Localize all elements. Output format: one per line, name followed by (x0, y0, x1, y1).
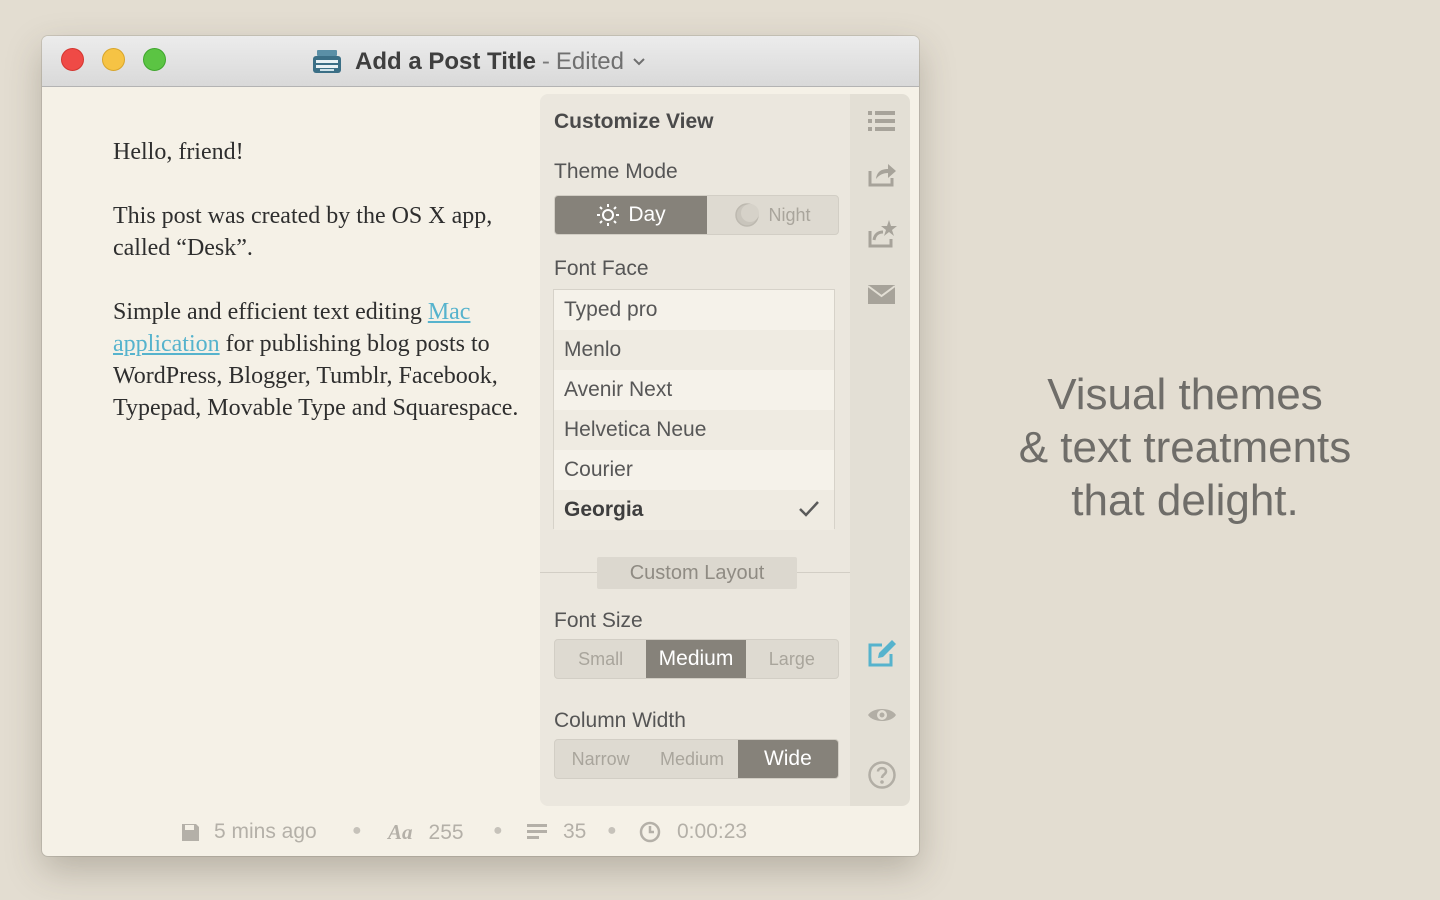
column-width-control: Narrow Medium Wide (554, 739, 839, 779)
list-icon[interactable] (867, 106, 897, 136)
column-width-label: Column Width (554, 709, 686, 732)
saved-status: 5 mins ago (181, 820, 317, 844)
font-icon: Aa (388, 820, 413, 844)
mail-icon[interactable] (867, 279, 897, 309)
sun-icon (597, 204, 620, 226)
tagline-line: Visual themes (1047, 370, 1323, 419)
text-editor[interactable]: Hello, friend! This post was created by … (113, 136, 523, 456)
customize-view-panel: Customize View Theme Mode Day Night Font… (540, 94, 850, 806)
saved-time: 5 mins ago (214, 820, 317, 843)
tagline-line: that delight. (1071, 476, 1299, 525)
moon-icon (735, 203, 760, 227)
editor-paragraph: Simple and efficient text editing Mac ap… (113, 296, 523, 424)
editor-paragraph: This post was created by the OS X app, c… (113, 203, 493, 261)
theme-mode-label: Theme Mode (554, 160, 678, 183)
tool-sidebar (850, 94, 910, 806)
font-name: Typed pro (564, 298, 658, 321)
editor-paragraph: Hello, friend! (113, 139, 244, 165)
font-option[interactable]: Courier (554, 450, 834, 490)
font-size-medium-option[interactable]: Medium (646, 640, 746, 678)
eye-icon[interactable] (867, 700, 897, 730)
font-name: Courier (564, 458, 633, 481)
minimize-window-button[interactable] (102, 48, 125, 71)
clock-icon (639, 821, 661, 843)
character-count-value: 255 (428, 820, 464, 844)
font-name: Georgia (564, 498, 644, 521)
font-name: Avenir Next (564, 378, 673, 401)
tagline-line: & text treatments (1018, 423, 1352, 472)
title-bar: Add a Post Title - Edited (42, 36, 919, 87)
separator-dot: ● (352, 822, 362, 839)
post-title: Add a Post Title (355, 48, 536, 75)
line-count: 35 (527, 820, 586, 844)
font-size-large-option[interactable]: Large (746, 640, 838, 678)
font-option[interactable]: Avenir Next (554, 370, 834, 410)
separator-dot: ● (493, 822, 503, 839)
column-narrow-option[interactable]: Narrow (555, 740, 646, 778)
save-icon (182, 823, 199, 841)
marketing-tagline: Visual themes & text treatments that del… (960, 368, 1410, 527)
help-icon[interactable] (867, 760, 897, 790)
title-separator: - (541, 48, 550, 75)
font-face-list: Typed pro Menlo Avenir Next Helvetica Ne… (553, 289, 835, 530)
close-window-button[interactable] (61, 48, 84, 71)
theme-night-option[interactable]: Night (707, 196, 838, 234)
font-option[interactable]: Helvetica Neue (554, 410, 834, 450)
app-window: Add a Post Title - Edited Hello, friend!… (42, 36, 919, 856)
character-count: Aa 255 (388, 820, 464, 845)
share-icon[interactable] (867, 159, 897, 189)
theme-night-label: Night (768, 204, 811, 225)
theme-day-label: Day (628, 203, 666, 226)
font-name: Menlo (564, 338, 622, 361)
font-size-control: Small Medium Large (554, 639, 839, 679)
column-wide-option[interactable]: Wide (737, 740, 838, 778)
edit-icon[interactable] (867, 639, 897, 669)
chevron-down-icon[interactable] (632, 57, 646, 67)
custom-layout-button[interactable]: Custom Layout (597, 557, 797, 589)
document-state: Edited (555, 48, 624, 75)
column-medium-option[interactable]: Medium (646, 740, 737, 778)
writing-time-value: 0:00:23 (677, 820, 748, 843)
writing-time: 0:00:23 (639, 820, 747, 844)
window-title[interactable]: Add a Post Title - Edited (312, 48, 646, 76)
status-bar: 5 mins ago ● Aa 255 ● 35 ● 0:00:23 (42, 816, 919, 848)
font-size-label: Font Size (554, 609, 643, 632)
font-name: Helvetica Neue (564, 418, 707, 441)
font-option[interactable]: Typed pro (554, 290, 834, 330)
typewriter-icon (313, 50, 341, 73)
font-option-selected[interactable]: Georgia (554, 490, 834, 530)
editor-text: Simple and efficient text editing (113, 299, 422, 325)
font-size-small-option[interactable]: Small (555, 640, 646, 678)
font-option[interactable]: Menlo (554, 330, 834, 370)
checkmark-icon (799, 501, 819, 517)
font-face-label: Font Face (554, 257, 649, 280)
lines-icon (527, 824, 547, 839)
line-count-value: 35 (563, 820, 587, 843)
theme-mode-control: Day Night (554, 195, 839, 235)
zoom-window-button[interactable] (143, 48, 166, 71)
theme-day-option[interactable]: Day (555, 196, 707, 234)
panel-heading: Customize View (554, 110, 714, 133)
separator-dot: ● (607, 822, 617, 839)
favorite-share-icon[interactable] (867, 219, 897, 249)
